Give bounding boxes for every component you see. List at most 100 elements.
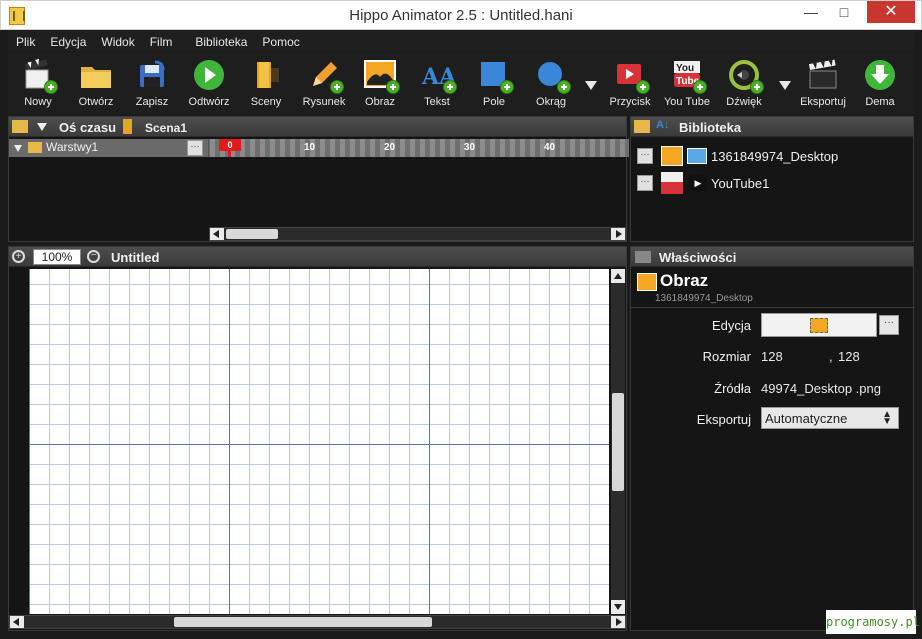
- demo-button[interactable]: Dema: [860, 58, 900, 114]
- clapperboard-icon: [21, 58, 58, 94]
- button-icon: [613, 58, 650, 94]
- draw-button[interactable]: Rysunek: [300, 58, 348, 114]
- export-button[interactable]: Eksportuj: [798, 58, 848, 114]
- scroll-left-icon[interactable]: [210, 228, 224, 240]
- youtube-button[interactable]: You Tube You Tube: [662, 58, 712, 114]
- layer-options-button[interactable]: ···: [187, 140, 203, 156]
- menu-film[interactable]: Film: [142, 31, 180, 51]
- zoom-level[interactable]: 100%: [33, 249, 81, 265]
- shape-dropdown-arrow-icon[interactable]: [584, 78, 598, 92]
- prop-source-value[interactable]: 49974_Desktop .png: [761, 381, 881, 396]
- prop-edit-preview[interactable]: [761, 313, 877, 337]
- prop-export-select[interactable]: Automatyczne ▲ ▼: [761, 407, 899, 429]
- zoom-in-icon[interactable]: +: [12, 250, 25, 263]
- prop-export-row: Eksportuj Automatyczne ▲ ▼: [631, 407, 915, 431]
- stage-horizontal-scrollbar[interactable]: [9, 615, 626, 629]
- menu-plik[interactable]: Plik: [8, 31, 42, 51]
- frame-label-10: 10: [304, 142, 316, 153]
- stage-vertical-thumb[interactable]: [612, 393, 624, 491]
- library-item-options-button[interactable]: ···: [637, 175, 653, 191]
- close-button[interactable]: ✕: [867, 1, 915, 23]
- play-icon: [192, 58, 226, 92]
- menu-biblioteka[interactable]: Biblioteka: [187, 31, 254, 51]
- sound-dropdown-arrow-icon[interactable]: [778, 78, 792, 92]
- library-folder-icon[interactable]: [634, 120, 650, 133]
- library-item-label: YouTube1: [711, 176, 770, 191]
- prop-size-height[interactable]: 128: [838, 349, 860, 364]
- scroll-left-icon[interactable]: [10, 616, 24, 628]
- library-item-label: 1361849974_Desktop: [711, 149, 839, 164]
- scenes-button[interactable]: Sceny: [246, 58, 286, 114]
- window-title: Hippo Animator 2.5 : Untitled.hani: [349, 7, 573, 24]
- folder-icon: [79, 58, 113, 92]
- prop-export-label: Eksportuj: [696, 412, 751, 427]
- prop-size-separator: ,: [829, 349, 833, 364]
- scroll-up-icon[interactable]: [611, 269, 625, 283]
- frame-ruler[interactable]: 0 10 20 30 40: [210, 139, 629, 157]
- expand-arrow-icon[interactable]: [14, 145, 22, 152]
- object-type: Obraz: [660, 271, 709, 290]
- sort-icon[interactable]: A↓: [656, 119, 669, 131]
- playhead[interactable]: 0: [219, 139, 241, 157]
- prop-size-width[interactable]: 128: [761, 349, 783, 364]
- collapse-arrow-icon[interactable]: [37, 123, 47, 131]
- timeline-scroll-thumb[interactable]: [226, 229, 278, 239]
- svg-text:You: You: [676, 63, 694, 74]
- new-button[interactable]: Nowy: [18, 58, 58, 114]
- prop-size-label: Rozmiar: [702, 349, 751, 364]
- youtube-thumb-icon: [661, 172, 683, 194]
- timeline-horizontal-scrollbar[interactable]: [209, 227, 626, 241]
- stage-horizontal-thumb[interactable]: [174, 617, 432, 627]
- floppy-disk-icon: [135, 58, 169, 92]
- zoom-out-icon[interactable]: −: [87, 250, 100, 263]
- toolbar: Nowy Otwórz Zapisz Odtwórz Sceny Rysunek: [8, 52, 914, 114]
- save-button[interactable]: Zapisz: [132, 58, 172, 114]
- watermark: programosy.pl: [826, 610, 920, 634]
- prop-source-row: Źródła 49974_Desktop .png: [631, 376, 915, 400]
- library-item[interactable]: ··· 1361849974_Desktop: [637, 145, 907, 167]
- layer-row[interactable]: Warstwy1 ··· 0 10 20 30 40: [9, 139, 629, 157]
- library-item-options-button[interactable]: ···: [637, 148, 653, 164]
- scroll-right-icon[interactable]: [611, 228, 625, 240]
- menu-widok[interactable]: Widok: [93, 31, 141, 51]
- maximize-button[interactable]: □: [829, 1, 859, 23]
- library-panel: A↓ Biblioteka ··· 1361849974_Desktop ···…: [630, 116, 914, 242]
- select-arrows-icon: ▲ ▼: [882, 409, 892, 427]
- circle-button[interactable]: Okrąg: [530, 58, 572, 114]
- stage-header: + 100% − Untitled: [9, 247, 626, 267]
- timeline-title: Oś czasu: [59, 120, 117, 135]
- layer-name: Warstwy1: [46, 140, 99, 154]
- field-button[interactable]: Pole: [474, 58, 514, 114]
- button-button[interactable]: Przycisk: [606, 58, 654, 114]
- minimize-button[interactable]: —: [796, 1, 826, 23]
- prop-edit-button[interactable]: ···: [879, 315, 899, 335]
- rectangle-icon: [477, 58, 514, 94]
- play-button[interactable]: Odtwórz: [186, 58, 232, 114]
- scroll-right-icon[interactable]: [611, 616, 625, 628]
- title-bar: Hippo Animator 2.5 : Untitled.hani — □ ✕: [0, 0, 922, 30]
- library-item[interactable]: ··· ▶ YouTube1: [637, 172, 907, 194]
- video-type-icon: ▶: [689, 175, 707, 191]
- timeline-panel: Oś czasu Scena1 Warstwy1 ··· 0 10 20 30 …: [8, 116, 629, 242]
- menu-pomoc[interactable]: Pomoc: [254, 31, 306, 51]
- layer-name-cell[interactable]: Warstwy1 ···: [9, 139, 209, 157]
- stage-margin: [9, 269, 29, 614]
- image-button[interactable]: Obraz: [362, 58, 400, 114]
- properties-header: Właściwości: [631, 247, 913, 267]
- film-roll-icon: [249, 58, 283, 92]
- open-button[interactable]: Otwórz: [74, 58, 118, 114]
- bitmap-type-icon: [687, 148, 707, 164]
- stage-canvas[interactable]: [29, 269, 609, 614]
- menu-edycja[interactable]: Edycja: [42, 31, 93, 51]
- stage-vertical-scrollbar[interactable]: [611, 269, 625, 614]
- layer-folder-icon: [28, 142, 42, 153]
- add-layer-folder-icon[interactable]: [12, 120, 28, 133]
- text-button[interactable]: AA Tekst: [418, 58, 457, 114]
- scene-name[interactable]: Scena1: [145, 121, 187, 135]
- scroll-down-icon[interactable]: [611, 600, 625, 614]
- download-icon: [863, 58, 897, 92]
- stage-panel: + 100% − Untitled: [8, 246, 627, 631]
- stage-title: Untitled: [111, 250, 160, 265]
- sound-button[interactable]: Dźwięk: [722, 58, 766, 114]
- scene-icon: [123, 119, 132, 134]
